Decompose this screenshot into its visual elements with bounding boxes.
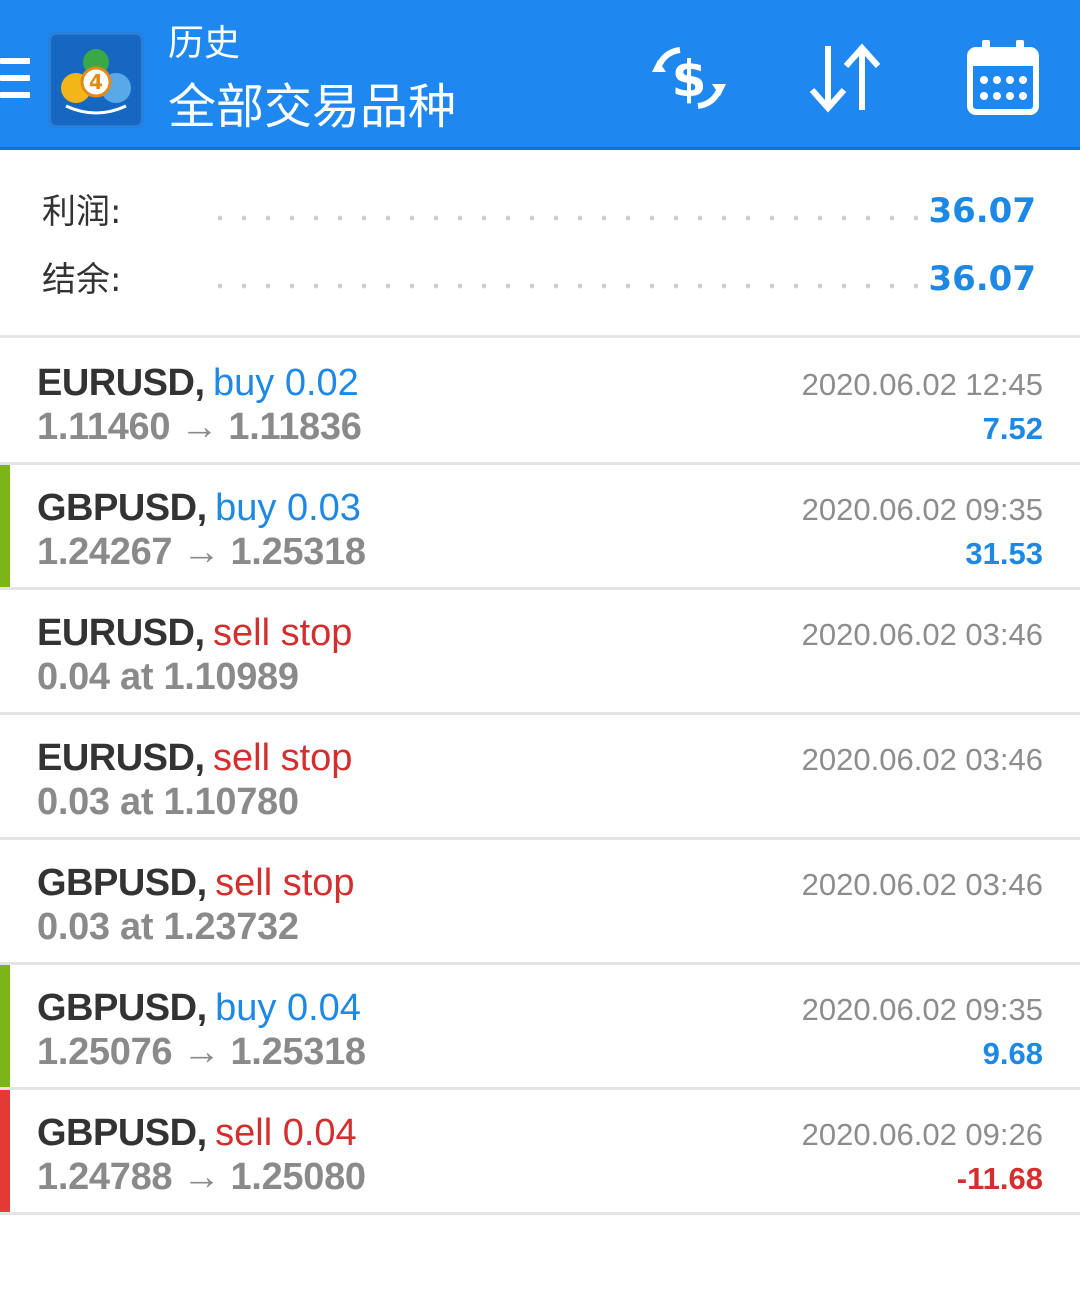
page-title[interactable]: 全部交易品种 [168, 78, 456, 136]
svg-text:4: 4 [89, 70, 103, 94]
app-header: 4 历史 全部交易品种 $ [0, 0, 1080, 150]
trade-stripe [0, 715, 10, 837]
trade-symbol: EURUSD [37, 612, 195, 654]
trade-profit: 7.52 [982, 411, 1043, 446]
trade-date: 2020.06.02 09:35 [801, 492, 1043, 527]
trade-prices: 0.03 at 1.23732 [37, 906, 299, 948]
metatrader4-logo-icon: 4 [48, 32, 144, 128]
trade-symbol-separator: , [196, 1112, 208, 1154]
trade-side: sell stop [213, 737, 353, 779]
dot-leader [208, 215, 918, 221]
trade-side: sell stop [213, 612, 353, 654]
hamburger-menu-icon[interactable] [0, 58, 30, 104]
trade-row[interactable]: GBPUSD, sell 0.04 1.24788 → 1.25080 2020.… [0, 1090, 1080, 1215]
trade-symbol-separator: , [194, 737, 206, 779]
trade-profit: 31.53 [965, 536, 1043, 571]
trade-prices: 0.04 at 1.10989 [37, 656, 299, 698]
trade-prices: 0.03 at 1.10780 [37, 781, 299, 823]
trade-history-list: EURUSD, buy 0.02 1.11460 → 1.11836 2020.0… [0, 340, 1080, 1215]
page-subtitle: 历史 [168, 23, 241, 64]
profit-label: 利润: [42, 192, 122, 232]
trade-side: buy 0.03 [215, 487, 361, 529]
currency-exchange-icon[interactable]: $ [644, 38, 734, 118]
trade-stripe [0, 590, 10, 712]
trade-prices: 1.11460 → 1.11836 [37, 406, 362, 448]
trade-side: sell stop [215, 862, 355, 904]
trade-profit: -11.68 [956, 1161, 1043, 1196]
trade-row[interactable]: EURUSD, sell stop 0.04 at 1.10989 2020.06… [0, 590, 1080, 715]
trade-prices: 1.24267 → 1.25318 [37, 531, 366, 573]
trade-prices: 1.25076 → 1.25318 [37, 1031, 366, 1073]
trade-date: 2020.06.02 03:46 [801, 867, 1043, 902]
svg-text:$: $ [672, 50, 707, 108]
trade-symbol-separator: , [194, 362, 206, 404]
trade-symbol: GBPUSD [37, 1112, 197, 1154]
trade-prices: 1.24788 → 1.25080 [37, 1156, 366, 1198]
trade-symbol: EURUSD [37, 737, 195, 779]
trade-stripe [0, 840, 10, 962]
profit-value: 36.07 [928, 191, 1036, 231]
profit-row: 利润: 36.07 [0, 182, 1080, 242]
trade-symbol: GBPUSD [37, 862, 197, 904]
trade-symbol: GBPUSD [37, 487, 197, 529]
trade-stripe [0, 340, 10, 462]
sort-icon[interactable] [800, 38, 890, 118]
trade-row[interactable]: EURUSD, sell stop 0.03 at 1.10780 2020.06… [0, 715, 1080, 840]
trade-date: 2020.06.02 03:46 [801, 742, 1043, 777]
trade-date: 2020.06.02 09:35 [801, 992, 1043, 1027]
balance-value: 36.07 [928, 259, 1036, 299]
trade-date: 2020.06.02 12:45 [801, 367, 1043, 402]
trade-symbol: GBPUSD [37, 987, 197, 1029]
trade-side: buy 0.04 [215, 987, 361, 1029]
dot-leader [208, 283, 918, 289]
trade-symbol-separator: , [196, 862, 208, 904]
trade-row[interactable]: GBPUSD, buy 0.03 1.24267 → 1.25318 2020.0… [0, 465, 1080, 590]
trade-stripe [0, 965, 10, 1087]
trade-row[interactable]: EURUSD, buy 0.02 1.11460 → 1.11836 2020.0… [0, 340, 1080, 465]
trade-row[interactable]: GBPUSD, sell stop 0.03 at 1.23732 2020.06… [0, 840, 1080, 965]
balance-row: 结余: 36.07 [0, 250, 1080, 310]
trade-symbol-separator: , [196, 487, 208, 529]
trade-symbol-separator: , [194, 612, 206, 654]
trade-date: 2020.06.02 09:26 [801, 1117, 1043, 1152]
trade-side: sell 0.04 [215, 1112, 357, 1154]
trade-row[interactable]: GBPUSD, buy 0.04 1.25076 → 1.25318 2020.0… [0, 965, 1080, 1090]
balance-label: 结余: [42, 260, 122, 300]
trade-profit: 9.68 [982, 1036, 1043, 1071]
trade-stripe [0, 465, 10, 587]
trade-stripe [0, 1090, 10, 1212]
trade-symbol: EURUSD [37, 362, 195, 404]
trade-side: buy 0.02 [213, 362, 359, 404]
trade-symbol-separator: , [196, 987, 208, 1029]
calendar-icon[interactable] [958, 38, 1048, 118]
trade-date: 2020.06.02 03:46 [801, 617, 1043, 652]
account-summary: 利润: 36.07 结余: 36.07 [0, 152, 1080, 338]
